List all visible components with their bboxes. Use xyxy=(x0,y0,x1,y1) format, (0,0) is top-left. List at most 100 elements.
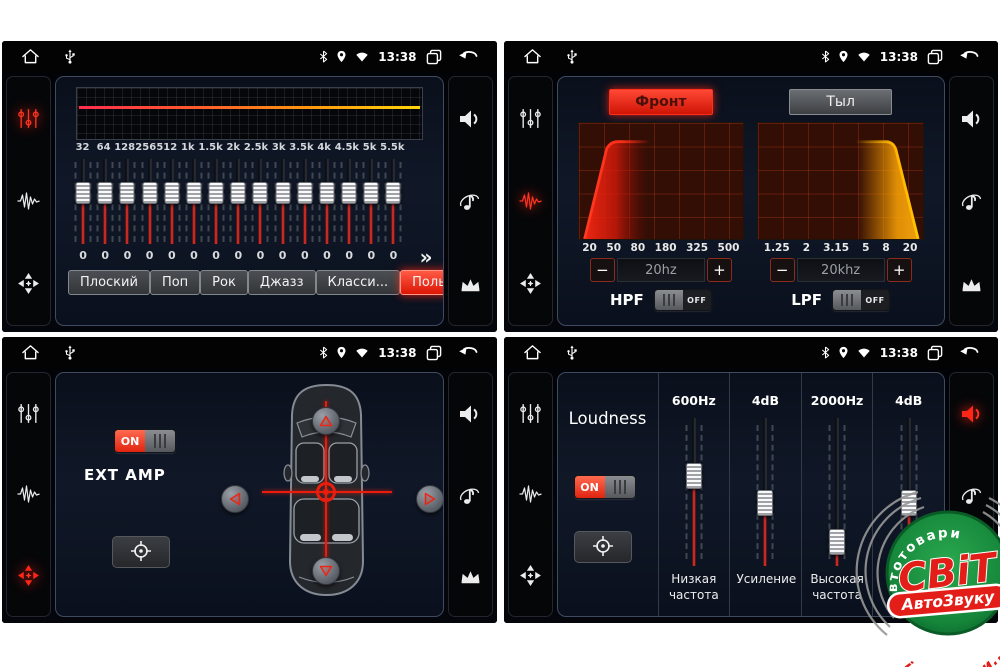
eq-band-slider[interactable] xyxy=(183,155,205,248)
sound-effect-note-nav-icon[interactable] xyxy=(458,191,482,213)
eq-more-bands-chevron-icon[interactable]: » xyxy=(420,245,433,269)
reset-loudness-button[interactable] xyxy=(574,531,632,563)
eq-band-slider[interactable] xyxy=(382,155,404,248)
eq-band-slider[interactable] xyxy=(94,155,116,248)
balance-fader-nav-icon[interactable] xyxy=(17,272,40,295)
tab-front[interactable]: Фронт xyxy=(609,89,712,115)
tab-rear[interactable]: Тыл xyxy=(789,89,892,115)
recent-apps-icon[interactable] xyxy=(927,345,943,361)
balance-card: ON EXT AMP xyxy=(55,372,444,617)
slider-knob[interactable] xyxy=(253,182,268,204)
crown-nav-icon[interactable] xyxy=(459,275,482,294)
eq-band-slider[interactable] xyxy=(116,155,138,248)
loudness-toggle[interactable]: ON xyxy=(574,475,636,499)
balance-fader-nav-icon[interactable] xyxy=(519,272,542,295)
lpf-minus-button[interactable]: − xyxy=(770,258,795,282)
slider-knob[interactable] xyxy=(757,490,773,516)
speaker-volume-nav-icon[interactable] xyxy=(960,108,984,130)
back-icon[interactable] xyxy=(959,346,979,360)
hpf-minus-button[interactable]: − xyxy=(590,258,615,282)
slider-knob[interactable] xyxy=(120,182,135,204)
slider-knob[interactable] xyxy=(98,182,113,204)
fader-front-button[interactable] xyxy=(312,407,340,435)
speaker-volume-nav-icon[interactable] xyxy=(458,403,482,425)
eq-band-slider[interactable] xyxy=(316,155,338,248)
eq-preset-button[interactable]: Плоский xyxy=(68,270,150,295)
hpf-toggle[interactable]: OFF xyxy=(654,289,712,311)
wave-effect-nav-icon[interactable] xyxy=(16,190,41,212)
slider-knob[interactable] xyxy=(275,182,290,204)
eq-band-slider[interactable] xyxy=(205,155,227,248)
recent-apps-icon[interactable] xyxy=(426,49,442,65)
fader-rear-button[interactable] xyxy=(312,557,340,585)
back-icon[interactable] xyxy=(959,50,979,64)
eq-band-slider[interactable] xyxy=(360,155,382,248)
slider-knob[interactable] xyxy=(686,463,702,489)
eq-preset-button[interactable]: Класси... xyxy=(316,270,401,295)
slider-knob[interactable] xyxy=(297,182,312,204)
back-icon[interactable] xyxy=(458,50,478,64)
sound-effect-note-nav-icon[interactable] xyxy=(960,191,984,213)
loudness-slider[interactable] xyxy=(679,414,709,570)
eq-preset-button[interactable]: Польз. xyxy=(400,270,443,295)
slider-knob[interactable] xyxy=(209,182,224,204)
crown-nav-icon[interactable] xyxy=(960,275,983,294)
sound-effect-note-nav-icon[interactable] xyxy=(458,485,482,507)
slider-knob[interactable] xyxy=(364,182,379,204)
equalizer-nav-icon[interactable] xyxy=(519,107,542,130)
home-icon[interactable] xyxy=(523,344,542,361)
slider-knob[interactable] xyxy=(231,182,246,204)
recent-apps-icon[interactable] xyxy=(426,345,442,361)
back-icon[interactable] xyxy=(458,346,478,360)
lpf-plus-button[interactable]: + xyxy=(887,258,912,282)
slider-knob[interactable] xyxy=(342,182,357,204)
home-icon[interactable] xyxy=(21,48,40,65)
center-balance-button[interactable] xyxy=(112,536,170,568)
lpf-toggle[interactable]: OFF xyxy=(832,289,890,311)
recent-apps-icon[interactable] xyxy=(927,49,943,65)
balance-fader-nav-icon[interactable] xyxy=(519,564,542,587)
slider-knob[interactable] xyxy=(186,182,201,204)
eq-band-slider[interactable] xyxy=(139,155,161,248)
wave-effect-nav-icon[interactable] xyxy=(518,190,543,212)
home-icon[interactable] xyxy=(523,48,542,65)
eq-preset-button[interactable]: Джазз xyxy=(248,270,316,295)
eq-band-slider[interactable] xyxy=(161,155,183,248)
eq-band-slider[interactable] xyxy=(294,155,316,248)
slider-knob[interactable] xyxy=(164,182,179,204)
equalizer-nav-icon[interactable] xyxy=(17,107,40,130)
balance-right-button[interactable] xyxy=(416,485,444,513)
balance-fader-nav-icon[interactable] xyxy=(17,564,40,587)
status-bar: 13:38 xyxy=(2,41,497,72)
crown-nav-icon[interactable] xyxy=(459,567,482,586)
wave-effect-nav-icon[interactable] xyxy=(518,483,543,505)
loudness-slider[interactable] xyxy=(750,414,780,570)
hpf-value: 20hz xyxy=(617,258,705,282)
eq-band-slider[interactable] xyxy=(72,155,94,248)
slider-knob[interactable] xyxy=(142,182,157,204)
loudness-column-header: 4dB xyxy=(752,393,779,408)
hpf-plus-button[interactable]: + xyxy=(707,258,732,282)
eq-band-slider[interactable] xyxy=(338,155,360,248)
clock: 13:38 xyxy=(880,50,918,64)
eq-freq-label: 2.5k xyxy=(244,142,268,153)
eq-band-slider[interactable] xyxy=(227,155,249,248)
equalizer-nav-icon[interactable] xyxy=(17,402,40,425)
eq-preset-button[interactable]: Поп xyxy=(150,270,200,295)
slider-knob[interactable] xyxy=(829,529,845,555)
slider-knob[interactable] xyxy=(386,182,401,204)
speaker-volume-nav-icon[interactable] xyxy=(458,108,482,130)
eq-band-slider[interactable] xyxy=(272,155,294,248)
speaker-volume-nav-icon[interactable] xyxy=(960,403,984,425)
eq-preset-button[interactable]: Рок xyxy=(200,270,248,295)
eq-band-slider[interactable] xyxy=(249,155,271,248)
slider-knob[interactable] xyxy=(76,182,91,204)
home-icon[interactable] xyxy=(21,344,40,361)
right-arrow-icon xyxy=(423,493,437,505)
balance-left-button[interactable] xyxy=(221,485,249,513)
loudness-column-header: 4dB xyxy=(895,393,922,408)
equalizer-nav-icon[interactable] xyxy=(519,402,542,425)
wave-effect-nav-icon[interactable] xyxy=(16,483,41,505)
slider-knob[interactable] xyxy=(319,182,334,204)
ext-amp-toggle[interactable]: ON xyxy=(114,429,176,453)
